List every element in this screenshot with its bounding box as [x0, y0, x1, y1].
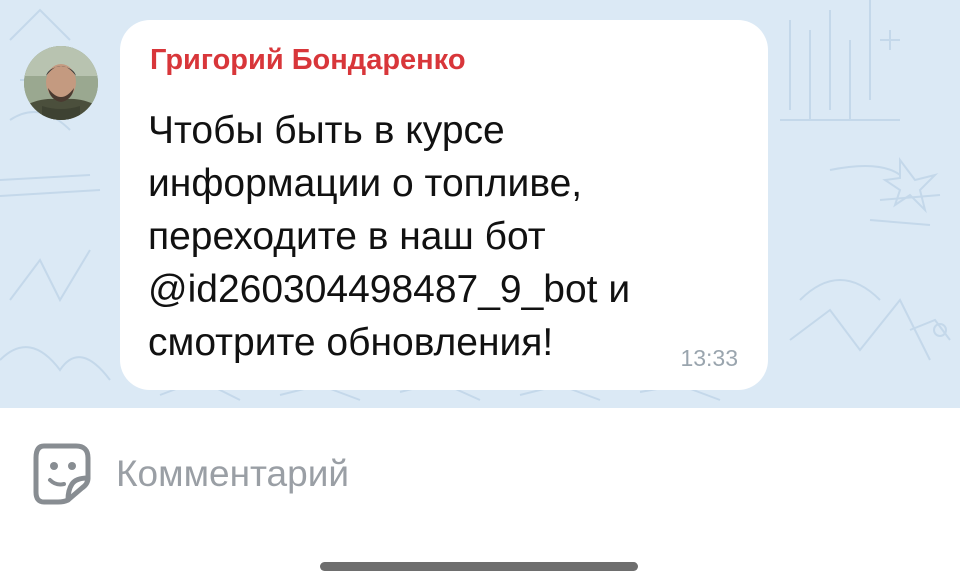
comment-composer [0, 408, 960, 587]
comment-input[interactable] [116, 446, 916, 502]
bot-mention-line[interactable]: @id260304498487_9_bot и [148, 263, 718, 316]
sender-avatar[interactable] [24, 46, 98, 120]
message-text: Чтобы быть в курсе информации о топливе,… [148, 104, 718, 369]
chat-area: Григорий Бондаренко Чтобы быть в курсе и… [0, 0, 960, 408]
message-line: смотрите обновления! [148, 321, 554, 364]
message-bubble[interactable]: Григорий Бондаренко Чтобы быть в курсе и… [120, 20, 768, 390]
avatar-photo [24, 46, 98, 120]
message-line: информации о топливе, [148, 162, 583, 205]
message-line: Чтобы быть в курсе [148, 109, 505, 152]
message-timestamp: 13:33 [680, 345, 738, 371]
message-line: переходите в наш бот [148, 215, 546, 258]
sticker-icon[interactable] [30, 440, 96, 506]
home-indicator[interactable] [320, 562, 638, 571]
sender-name[interactable]: Григорий Бондаренко [150, 44, 466, 77]
